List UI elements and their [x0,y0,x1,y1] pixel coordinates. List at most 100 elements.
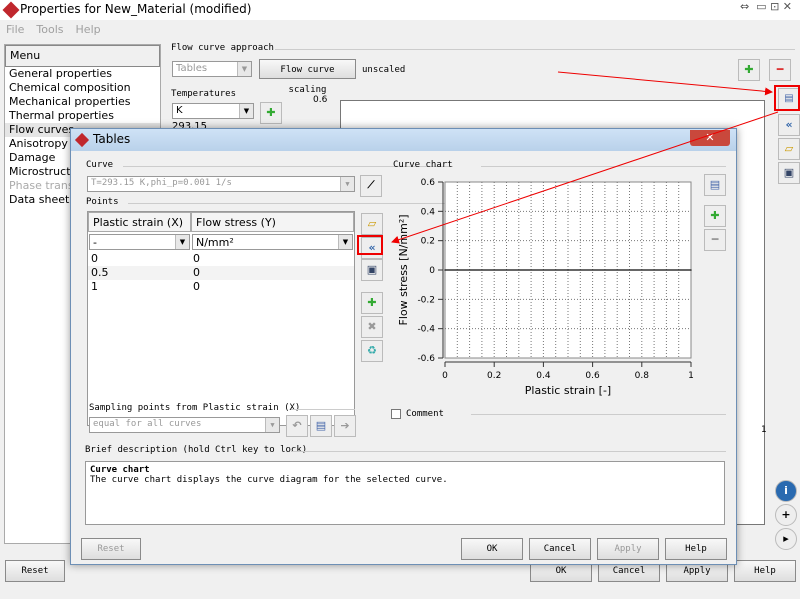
table-view-icon[interactable]: ▤ [310,415,332,437]
highlight-box [357,235,383,255]
y-tick-label: -0.4 [417,325,435,335]
x-tick-label: 0.6 [585,371,600,381]
main-help-button[interactable]: Help [734,560,796,582]
curve-label: Curve [86,160,114,170]
dialog-apply-button[interactable]: Apply [597,538,659,560]
temperature-unit-select[interactable]: K ▼ [172,103,254,119]
y-tick-label: 0.2 [421,237,435,247]
comment-label: Comment [406,409,444,419]
y-unit-select[interactable]: N/mm² ▼ [192,234,353,250]
x-tick-label: 0.8 [635,371,650,381]
table-cell[interactable]: 0 [193,266,200,279]
column-header-y[interactable]: Flow stress (Y) [191,212,354,232]
sampling-select[interactable]: equal for all curves ▼ [89,417,280,433]
delete-point-icon[interactable]: ✖ [361,316,383,338]
sidebar-item[interactable]: Mechanical properties [5,95,160,109]
menu-file[interactable]: File [6,23,24,36]
table-cell[interactable]: 1 [91,280,98,293]
scaling-status: unscaled [362,65,406,75]
sidebar-item[interactable]: Thermal properties [5,109,160,123]
open-folder-icon[interactable]: ▱ [778,138,800,160]
window-controls[interactable]: ⇔ ▭ ⊡ ✕ [740,0,792,13]
approach-select[interactable]: Tables ▼ [172,61,252,77]
add-curve-icon[interactable]: ✚ [738,59,760,81]
app-logo-icon [2,1,20,19]
main-chart-x-tick: 1 [761,425,767,435]
dialog-reset-button[interactable]: Reset [81,538,141,560]
table-cell[interactable]: 0 [91,252,98,265]
x-tick-label: 0.4 [536,371,551,381]
description-label: Brief description (hold Ctrl key to lock… [85,445,308,455]
curve-chart: 0 0.2 0.4 0.6 0.8 1 -0.6 -0.4 -0.2 0 0.2 0.4 0.6 Plas… [397,178,694,397]
flow-curve-approach-label: Flow curve approach [171,43,274,53]
clear-icon[interactable]: ♻ [361,340,383,362]
save-icon[interactable]: ▣ [361,259,383,281]
data-point [567,269,569,271]
dialog-title: Tables [93,132,131,146]
x-tick-label: 0.2 [487,371,501,381]
table-row[interactable]: 00 [88,252,354,266]
add-point-icon[interactable]: ✚ [361,292,383,314]
dialog-logo-icon [74,132,90,148]
y-tick-label: -0.6 [417,354,435,364]
points-label: Points [86,197,119,207]
x-tick-label: 0 [442,371,448,381]
import-icon[interactable]: « [778,114,800,136]
table-cell[interactable]: 0 [193,280,200,293]
add-temperature-icon[interactable]: ✚ [260,102,282,124]
dialog-close-button[interactable]: ✕ [690,130,730,146]
main-reset-button[interactable]: Reset [5,560,65,582]
table-row[interactable]: 0.5 0 [88,266,354,280]
tables-dialog: Tables ✕ Curve T=293.15 K,phi_p=0.001 1/… [70,128,737,565]
y-axis-label: Flow stress [N/mm²] [397,214,410,325]
table-cell[interactable]: 0 [193,252,200,265]
column-header-x[interactable]: Plastic strain (X) [88,212,191,232]
chart-icon[interactable]: ⟋ [360,175,382,197]
sidebar-item[interactable]: General properties [5,67,160,81]
zoom-in-icon[interactable]: ✚ [704,205,726,227]
y-tick-label: 0 [429,266,435,276]
save-icon[interactable]: ▣ [778,162,800,184]
info-icon[interactable]: i [775,480,797,502]
dialog-help-button[interactable]: Help [665,538,727,560]
dialog-ok-button[interactable]: OK [461,538,523,560]
description-text: The curve chart displays the curve diagr… [90,475,448,485]
table-cell[interactable]: 0.5 [91,266,109,279]
description-box: Curve chart The curve chart displays the… [85,461,725,525]
x-unit-select[interactable]: - ▼ [89,234,190,250]
description-title: Curve chart [90,465,150,475]
play-icon[interactable]: ▸ [775,528,797,550]
y-tick-label: 0.6 [421,178,436,188]
y-tick-label: -0.2 [417,295,435,305]
temperatures-label: Temperatures [171,89,237,99]
remove-curve-icon[interactable]: ━ [769,59,791,81]
zoom-out-icon[interactable]: ━ [704,229,726,251]
menu-bar: File Tools Help [0,20,800,40]
add-circle-icon[interactable]: + [775,504,797,526]
dialog-cancel-button[interactable]: Cancel [529,538,591,560]
flow-curve-scaling-button[interactable]: Flow curve scaling [259,59,356,95]
x-tick-label: 1 [688,371,694,381]
curve-chart-label: Curve chart [393,160,453,170]
menu-help[interactable]: Help [76,23,101,36]
open-folder-icon[interactable]: ▱ [361,213,383,235]
forward-icon[interactable]: ➔ [334,415,356,437]
undo-icon[interactable]: ↶ [286,415,308,437]
window-titlebar: Properties for New_Material (modified) ⇔… [0,0,800,20]
y-tick-label: 0.4 [421,207,436,217]
main-chart-tick: 0.6 [313,95,328,105]
sampling-label: Sampling points from Plastic strain (X) [89,403,301,413]
chart-table-icon[interactable]: ▤ [704,174,726,196]
data-point [444,269,446,271]
menu-tools[interactable]: Tools [36,23,63,36]
sidebar-item[interactable]: Chemical composition [5,81,160,95]
dialog-titlebar: Tables ✕ [71,129,736,151]
comment-checkbox[interactable] [391,409,401,419]
data-point [690,269,692,271]
curve-select[interactable]: T=293.15 K,phi_p=0.001 1/s ▼ [87,176,355,192]
table-row[interactable]: 10 [88,280,354,294]
x-axis-label: Plastic strain [-] [525,384,611,397]
sidebar-header: Menu [5,45,160,67]
points-table: Plastic strain (X) Flow stress (Y) - ▼ N/… [87,211,355,426]
window-title: Properties for New_Material (modified) [20,2,252,16]
